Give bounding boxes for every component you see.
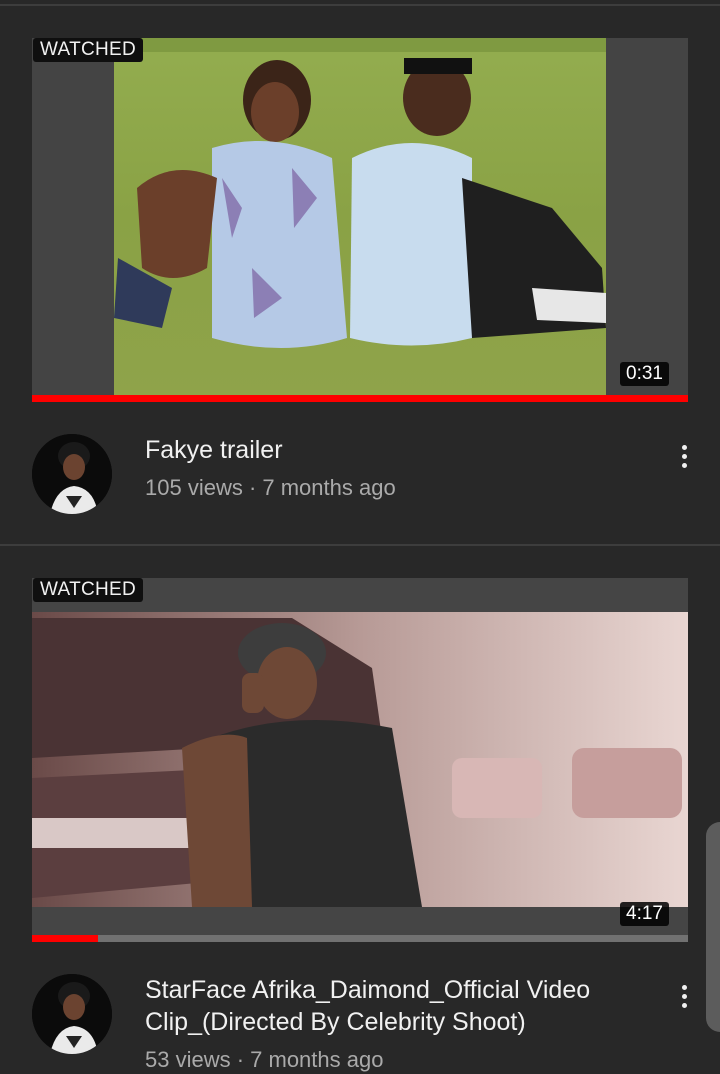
video-title[interactable]: StarFace Afrika_Daimond_Official Video C… — [145, 974, 645, 1038]
more-vert-icon[interactable] — [670, 436, 698, 476]
watch-progress-fill — [32, 395, 688, 402]
thumbnail-image-2 — [32, 578, 688, 935]
fast-scroll-handle[interactable] — [706, 822, 720, 1032]
watch-progress-bar — [32, 935, 688, 942]
video-thumbnail-1[interactable] — [32, 38, 688, 395]
avatar-image — [32, 974, 112, 1054]
duration-badge: 4:17 — [620, 902, 669, 926]
watched-badge: WATCHED — [33, 38, 144, 62]
thumbnail-image-1 — [32, 38, 688, 395]
avatar-image — [32, 434, 112, 514]
video-meta: 105 views · 7 months ago — [145, 475, 396, 500]
section-divider — [0, 544, 720, 546]
video-title[interactable]: Fakye trailer — [145, 434, 645, 466]
channel-avatar[interactable] — [32, 434, 112, 514]
more-vert-icon[interactable] — [670, 976, 698, 1016]
duration-badge: 0:31 — [620, 362, 669, 386]
video-thumbnail-2[interactable] — [32, 578, 688, 935]
channel-avatar[interactable] — [32, 974, 112, 1054]
watch-progress-fill — [32, 935, 98, 942]
watch-progress-bar — [32, 395, 688, 402]
top-divider — [0, 4, 720, 6]
watched-badge: WATCHED — [33, 578, 144, 602]
